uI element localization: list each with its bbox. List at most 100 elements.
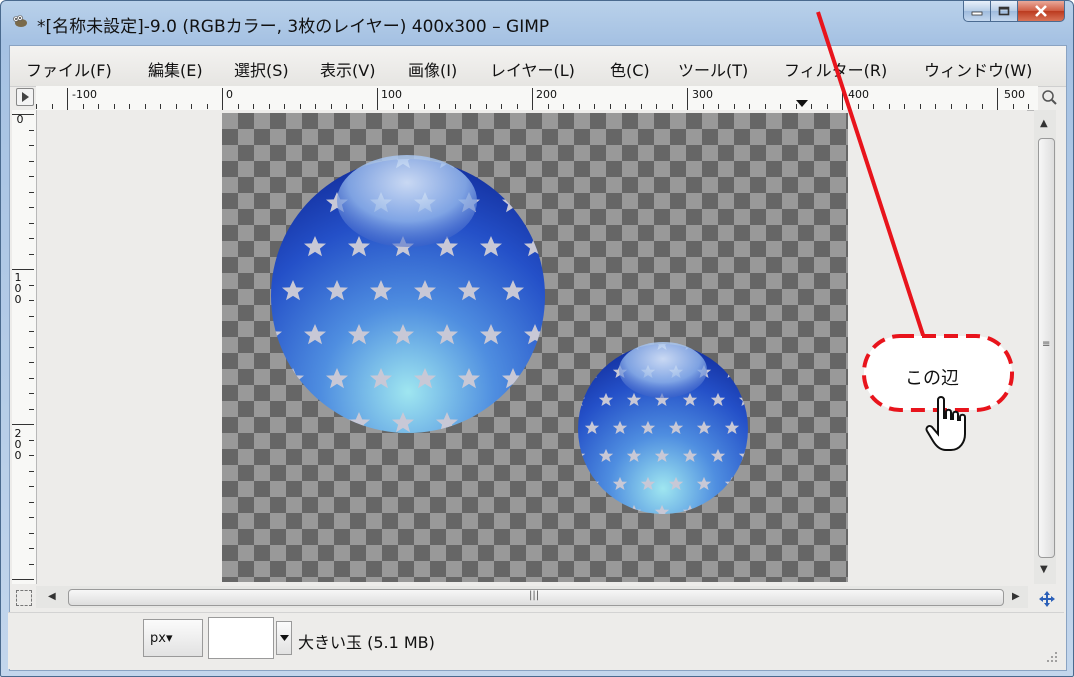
quick-menu-button[interactable] <box>16 88 34 106</box>
horizontal-scroll-thumb[interactable]: ||| <box>68 589 1004 606</box>
ruler-tick <box>29 408 34 410</box>
ruler-tick <box>687 88 688 110</box>
maximize-button[interactable] <box>991 1 1018 22</box>
horizontal-ruler[interactable]: -100 0 100 200 300 400 500 <box>36 86 1038 111</box>
cursor-position-marker <box>796 100 808 107</box>
ruler-label-vertical: 100 <box>14 271 22 306</box>
menu-windows[interactable]: ウィンドウ(W) <box>924 57 1032 81</box>
ruler-tick <box>29 470 34 472</box>
ruler-tick <box>315 104 316 109</box>
minimize-button[interactable] <box>963 1 991 22</box>
ruler-label-vertical: 200 <box>14 427 22 462</box>
ruler-tick <box>888 104 890 109</box>
ruler-tick <box>935 104 936 109</box>
chevron-down-icon <box>280 635 289 641</box>
ruler-tick <box>160 104 161 109</box>
ruler-tick <box>29 563 34 565</box>
ruler-label: 500 <box>1004 88 1025 101</box>
menu-image[interactable]: 画像(I) <box>408 57 457 81</box>
title-bar[interactable]: *[名称未設定]-9.0 (RGBカラー, 3枚のレイヤー) 400x300 –… <box>1 1 1073 45</box>
ruler-tick <box>919 104 921 109</box>
ruler-tick <box>485 104 487 109</box>
ruler-tick <box>377 88 378 110</box>
ruler-tick <box>1012 104 1014 109</box>
ruler-tick <box>857 104 859 109</box>
thumb-grip-icon: ||| <box>529 590 540 601</box>
minimize-icon <box>971 11 983 16</box>
horizontal-scrollbar[interactable]: ◀ ||| ▶ <box>36 586 1028 608</box>
ruler-tick <box>547 104 549 109</box>
ruler-tick <box>625 104 626 109</box>
ruler-tick <box>29 253 34 255</box>
ruler-tick <box>29 284 34 286</box>
quick-mask-toggle[interactable] <box>16 590 32 606</box>
navigate-icon[interactable] <box>1038 590 1056 608</box>
menu-file[interactable]: ファイル(F) <box>26 57 112 81</box>
image-canvas[interactable] <box>222 113 848 582</box>
ruler-tick <box>29 486 34 487</box>
canvas-viewport[interactable] <box>37 110 1027 584</box>
ruler-tick <box>594 104 595 109</box>
window-controls <box>963 1 1065 23</box>
ruler-tick <box>29 207 34 208</box>
ruler-tick <box>981 104 983 109</box>
vertical-scrollbar[interactable]: ▲ ≡ ▼ <box>1034 110 1056 584</box>
ruler-tick <box>346 104 347 109</box>
ruler-tick <box>29 455 34 456</box>
scroll-down-arrow-icon[interactable]: ▼ <box>1040 564 1048 575</box>
menu-colors[interactable]: 色(C) <box>610 57 650 81</box>
ruler-tick <box>609 104 611 109</box>
ruler-tick <box>29 393 34 394</box>
scroll-up-arrow-icon[interactable]: ▲ <box>1040 118 1048 129</box>
ruler-tick <box>253 104 254 109</box>
zoom-field[interactable] <box>208 617 274 659</box>
ruler-label: 100 <box>381 88 402 101</box>
zoom-dropdown-button[interactable] <box>276 621 292 655</box>
zoom-lock-icon[interactable] <box>1040 88 1058 106</box>
menu-tools[interactable]: ツール(T) <box>678 57 748 81</box>
ruler-label: -100 <box>72 88 97 101</box>
ruler-tick <box>29 315 34 317</box>
ruler-tick <box>516 104 518 109</box>
maximize-icon <box>998 6 1010 16</box>
ruler-tick <box>423 104 425 109</box>
ruler-tick <box>966 104 967 109</box>
large-star-ball <box>271 155 545 433</box>
ruler-label: 0 <box>16 113 24 126</box>
vertical-scroll-thumb[interactable]: ≡ <box>1038 138 1055 558</box>
ruler-tick <box>361 104 363 109</box>
ruler-tick <box>702 104 704 109</box>
unit-selector[interactable]: px▾ <box>143 619 203 657</box>
vertical-ruler[interactable]: 0 100 200 <box>12 110 37 584</box>
ruler-tick <box>842 88 843 110</box>
menu-select[interactable]: 選択(S) <box>234 57 289 81</box>
menu-layer[interactable]: レイヤー(L) <box>490 57 575 81</box>
ruler-tick <box>29 176 34 177</box>
layer-status-text: 大きい玉 (5.1 MB) <box>298 633 435 652</box>
ruler-tick <box>29 129 34 131</box>
thumb-grip-icon: ≡ <box>1042 339 1051 350</box>
ruler-tick <box>733 104 735 109</box>
ruler-tick <box>392 104 394 109</box>
small-star-ball <box>578 342 748 514</box>
ruler-tick <box>144 104 146 109</box>
close-button[interactable] <box>1018 1 1065 22</box>
ruler-tick <box>873 104 874 109</box>
layer-balls <box>271 155 748 514</box>
menu-view[interactable]: 表示(V) <box>320 57 375 81</box>
scroll-right-arrow-icon[interactable]: ▶ <box>1012 591 1020 602</box>
menu-edit[interactable]: 編集(E) <box>148 57 203 81</box>
ruler-tick <box>811 104 812 109</box>
ruler-tick <box>532 88 533 110</box>
scroll-left-arrow-icon[interactable]: ◀ <box>48 591 56 602</box>
ruler-tick <box>29 331 34 332</box>
ruler-tick <box>12 269 34 270</box>
ruler-tick <box>29 238 34 239</box>
ruler-label: 0 <box>226 88 233 101</box>
resize-grip-icon[interactable] <box>1046 651 1058 663</box>
ruler-tick <box>29 501 34 503</box>
ruler-tick <box>29 532 34 534</box>
ruler-tick <box>284 104 285 109</box>
menu-filters[interactable]: フィルター(R) <box>784 57 887 81</box>
ruler-tick <box>640 104 642 109</box>
